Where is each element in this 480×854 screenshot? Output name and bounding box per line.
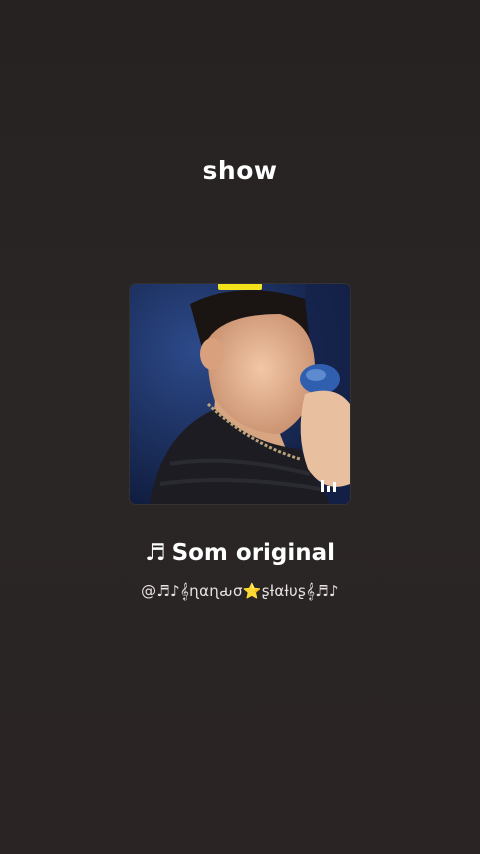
sound-name[interactable]: ♬ Som original [0, 540, 480, 566]
cover-artwork [130, 284, 350, 504]
sound-title: Som original [171, 540, 336, 566]
cover-label-tag [218, 284, 262, 290]
music-note-icon: ♬ [144, 540, 166, 566]
album-cover[interactable] [130, 284, 350, 504]
audio-bars-icon [321, 480, 336, 492]
page-title: show [202, 156, 278, 185]
author-handle[interactable]: @♬♪𝄞ɳαɳԃσ⭐ʂƚαƚυʂ𝄞♬♪ [0, 582, 480, 600]
